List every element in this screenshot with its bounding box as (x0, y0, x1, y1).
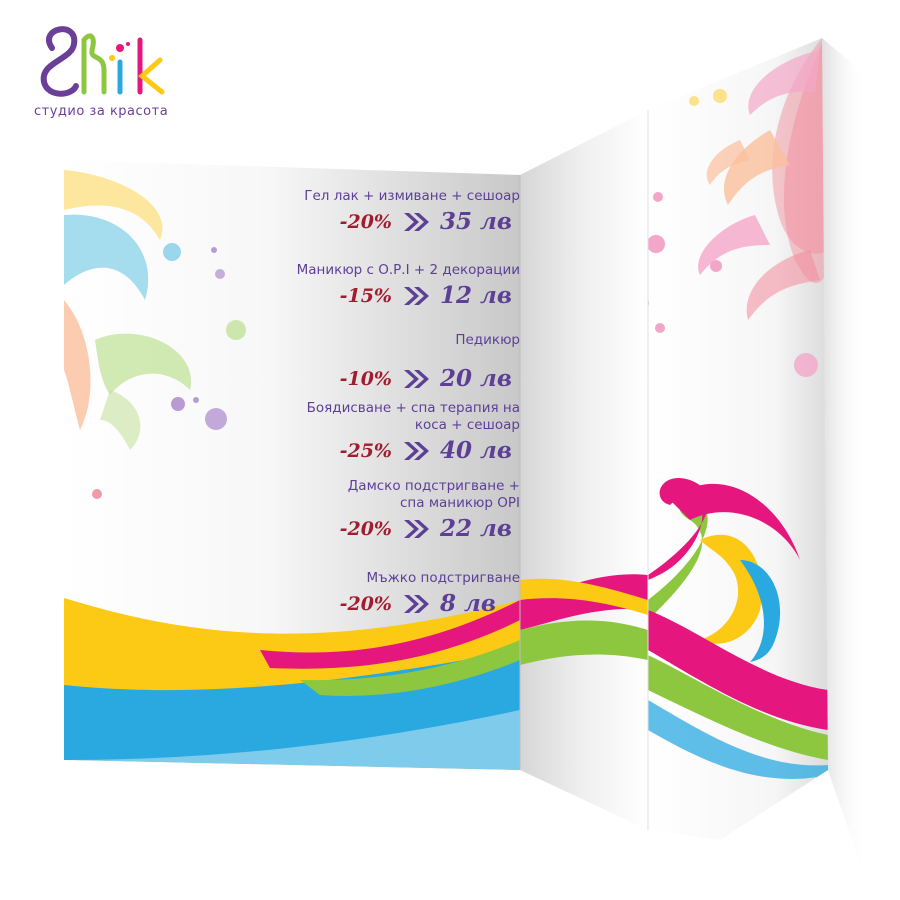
price-value: 8 лв (440, 590, 496, 617)
price-value: 22 лв (440, 515, 512, 542)
brochure-shadow (822, 38, 866, 880)
service-name: Боядисване + спа терапия на коса + сешоа… (306, 400, 520, 433)
double-chevron-right-icon (402, 440, 434, 462)
price-line: -20% 35 лв (210, 208, 520, 235)
price-item: Боядисване + спа терапия на коса + сешоа… (210, 400, 520, 464)
price-line: -10% 20 лв (210, 365, 520, 392)
price-item: Дамско подстригване + спа маникюр ОРI -2… (210, 478, 520, 542)
price-value: 40 лв (440, 437, 512, 464)
price-item: Гел лак + измиване + сешоар -20% 35 лв (210, 188, 520, 235)
double-chevron-right-icon (402, 211, 434, 233)
discount-label: -15% (339, 284, 392, 307)
brochure-middle-panel (520, 110, 648, 830)
service-name: Гел лак + измиване + сешоар (304, 188, 520, 204)
brochure-stage: студио за красота Гел лак + измиване + с… (0, 0, 900, 900)
brand-logo (40, 26, 165, 97)
discount-label: -20% (339, 517, 392, 540)
double-chevron-right-icon (402, 285, 434, 307)
double-chevron-right-icon (402, 518, 434, 540)
brand-tagline: студио за красота (34, 104, 169, 119)
service-name: Маникюр с О.Р.I + 2 декорации (296, 262, 520, 278)
price-line: -25% 40 лв (210, 437, 520, 464)
brochure-right-panel (648, 38, 828, 840)
discount-label: -10% (339, 367, 392, 390)
price-value: 20 лв (440, 365, 512, 392)
double-chevron-right-icon (402, 368, 434, 390)
discount-label: -20% (339, 210, 392, 233)
price-line: -15% 12 лв (210, 282, 520, 309)
discount-label: -25% (339, 439, 392, 462)
price-item: Педикюр -10% 20 лв (210, 332, 520, 392)
double-chevron-right-icon (402, 593, 434, 615)
price-line: -20% 8 лв (210, 590, 520, 617)
price-item: Мъжко подстригване -20% 8 лв (210, 570, 520, 617)
price-value: 12 лв (440, 282, 512, 309)
discount-label: -20% (339, 592, 392, 615)
price-value: 35 лв (440, 208, 512, 235)
service-name: Мъжко подстригване (366, 570, 520, 586)
brochure-left-panel (64, 160, 520, 770)
service-name: Дамско подстригване + спа маникюр ОРI (347, 478, 520, 511)
service-name: Педикюр (455, 332, 520, 348)
price-item: Маникюр с О.Р.I + 2 декорации -15% 12 лв (210, 262, 520, 309)
price-line: -20% 22 лв (210, 515, 520, 542)
